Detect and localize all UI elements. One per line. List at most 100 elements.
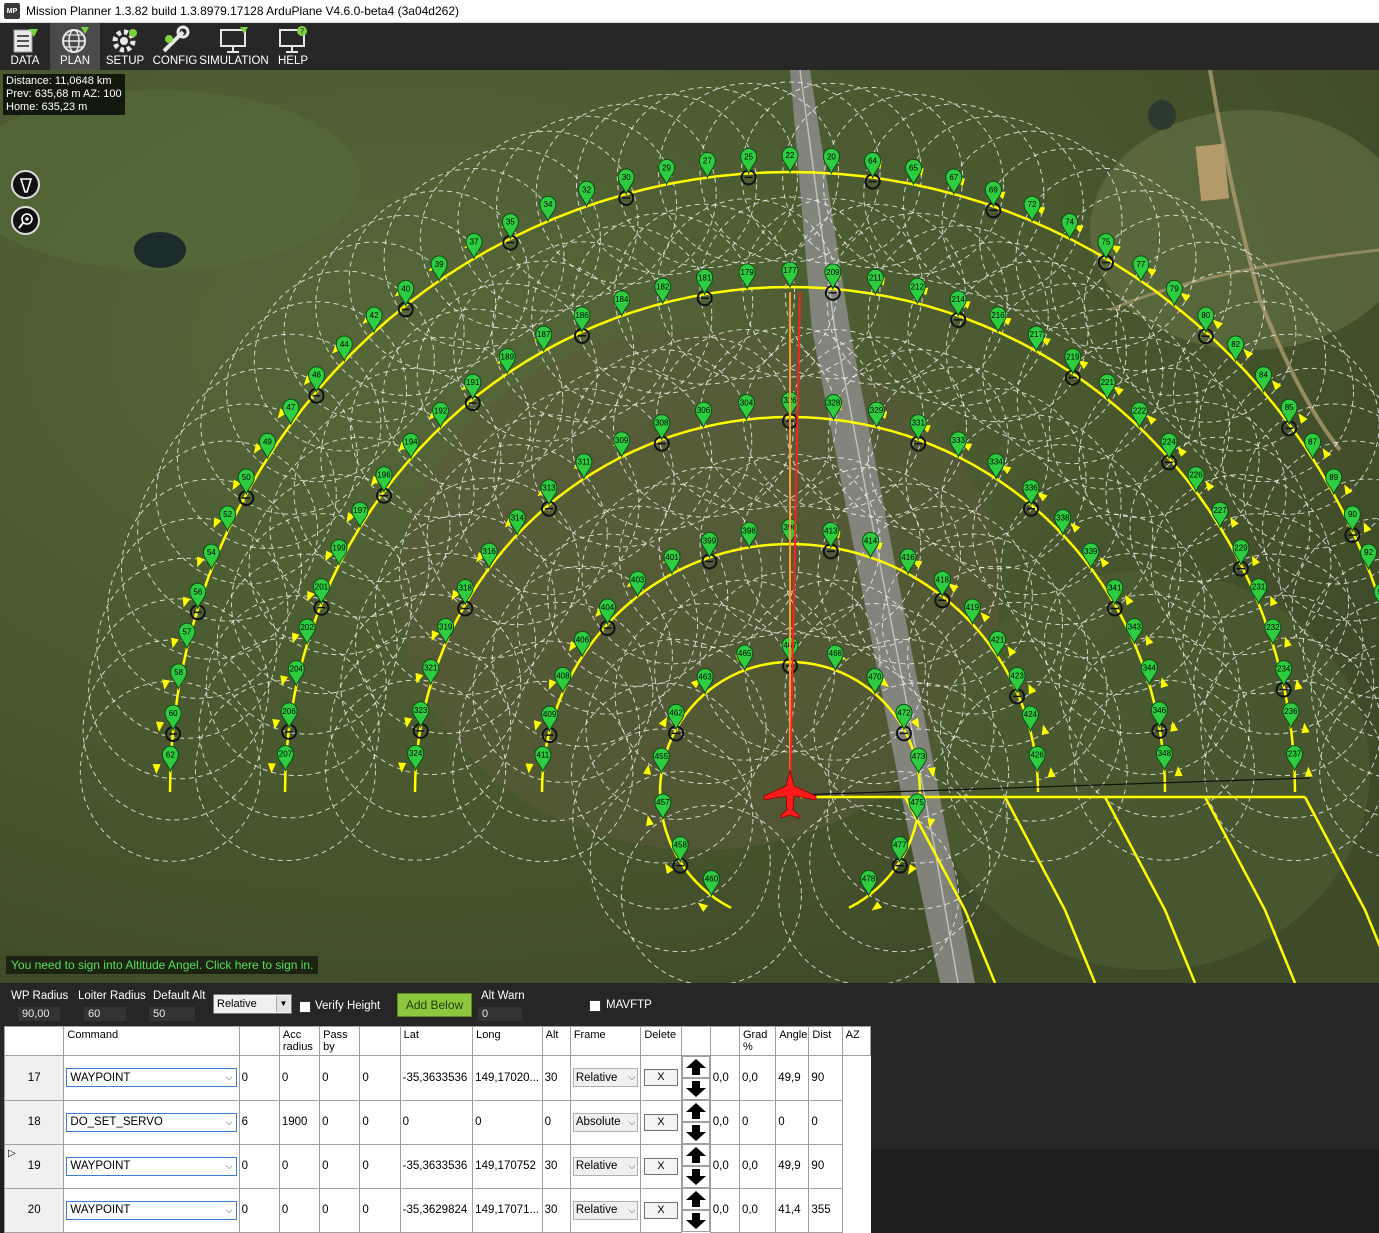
- alt-warn-input[interactable]: 0: [478, 1007, 522, 1021]
- table-row[interactable]: 19 ▷ WAYPOINT ⌵ 0 0 0 0 -35,3633536 149,170752 30 R…: [3, 1143, 871, 1189]
- long-cell[interactable]: 149,17071...: [472, 1187, 543, 1233]
- grid-header-dist[interactable]: Dist: [808, 1026, 843, 1056]
- long-cell[interactable]: 149,170752: [472, 1143, 543, 1189]
- acc-radius-cell[interactable]: 0: [278, 1187, 321, 1233]
- frame-select[interactable]: Relative ⌵: [572, 1068, 639, 1088]
- command-cell[interactable]: WAYPOINT ⌵: [63, 1187, 240, 1233]
- arrow-up-icon[interactable]: [685, 1190, 707, 1208]
- alt-cell[interactable]: 30: [541, 1187, 571, 1233]
- long-cell[interactable]: 149,17020...: [472, 1055, 543, 1101]
- param1-cell[interactable]: 6: [238, 1099, 280, 1145]
- table-row[interactable]: 20 WAYPOINT ⌵ 0 0 0 0 -35,3629824 149,17071... 30…: [3, 1187, 871, 1233]
- move-down-cell[interactable]: [681, 1166, 710, 1188]
- move-up-cell[interactable]: [681, 1100, 710, 1122]
- table-row[interactable]: 18 DO_SET_SERVO ⌵ 6 1900 0 0 0 0 0 Absolute ⌵ X 0,0 0 0…: [3, 1099, 871, 1145]
- toolbar-config-button[interactable]: CONFIG: [150, 23, 200, 70]
- param1-cell[interactable]: 0: [238, 1055, 280, 1101]
- param4-cell[interactable]: 0: [359, 1099, 401, 1145]
- grid-header-angle[interactable]: Angle: [775, 1026, 810, 1056]
- delete-row-button[interactable]: X: [643, 1113, 678, 1131]
- mavftp-checkbox[interactable]: [589, 1000, 601, 1012]
- grid-header-down[interactable]: [709, 1026, 740, 1056]
- arrow-down-icon[interactable]: [685, 1124, 707, 1142]
- move-down-cell[interactable]: [681, 1210, 710, 1232]
- row-number[interactable]: 17: [3, 1055, 65, 1101]
- delete-cell[interactable]: X: [640, 1143, 682, 1189]
- arrow-down-icon[interactable]: [685, 1212, 707, 1230]
- grid-header-grad[interactable]: Grad %: [738, 1026, 777, 1056]
- move-down-cell[interactable]: [681, 1078, 710, 1100]
- row-number[interactable]: 19 ▷: [3, 1143, 65, 1189]
- frame-cell[interactable]: Relative ⌵: [569, 1055, 642, 1101]
- row-number[interactable]: 20: [3, 1187, 65, 1233]
- frame-cell[interactable]: Absolute ⌵: [569, 1099, 642, 1145]
- delete-row-button[interactable]: X: [643, 1201, 678, 1219]
- zoom-button[interactable]: [11, 206, 40, 235]
- toolbar-setup-button[interactable]: SETUP: [100, 23, 150, 70]
- delete-cell[interactable]: X: [640, 1099, 682, 1145]
- grid-header-az[interactable]: AZ: [841, 1026, 872, 1056]
- frame-cell[interactable]: Relative ⌵: [569, 1187, 642, 1233]
- lat-cell[interactable]: -35,3633536: [399, 1055, 474, 1101]
- pass-by-cell[interactable]: 0: [319, 1143, 361, 1189]
- lat-cell[interactable]: -35,3629824: [399, 1187, 474, 1233]
- grid-header-command[interactable]: Command: [63, 1026, 240, 1056]
- altitude-angel-signin-banner[interactable]: You need to sign into Altitude Angel. Cl…: [6, 956, 319, 974]
- long-cell[interactable]: 0: [472, 1099, 543, 1145]
- move-up-cell[interactable]: [681, 1188, 710, 1210]
- param4-cell[interactable]: 0: [359, 1143, 401, 1189]
- satellite-map-canvas[interactable]: 62 60 58 57 56 54 52 50 49 47 46 44 42 40 39 37 35 34 32 30…: [0, 70, 1379, 983]
- grid-header-frame[interactable]: Frame: [569, 1026, 642, 1056]
- map-view[interactable]: 62 60 58 57 56 54 52 50 49 47 46 44 42 40 39 37 35 34 32 30…: [0, 70, 1379, 983]
- frame-select[interactable]: Absolute ⌵: [572, 1112, 639, 1132]
- loiter-radius-input[interactable]: 60: [84, 1007, 126, 1021]
- param4-cell[interactable]: 0: [359, 1187, 401, 1233]
- grid-header-pass-by[interactable]: Pass by: [319, 1026, 361, 1056]
- verify-height-checkbox[interactable]: [299, 1001, 311, 1013]
- param4-cell[interactable]: 0: [359, 1055, 401, 1101]
- grid-header-up[interactable]: [680, 1026, 711, 1056]
- move-up-cell[interactable]: [681, 1144, 710, 1166]
- grid-header-lat[interactable]: Lat: [399, 1026, 474, 1056]
- acc-radius-cell[interactable]: 1900: [278, 1099, 321, 1145]
- pass-by-cell[interactable]: 0: [319, 1055, 361, 1101]
- command-select[interactable]: WAYPOINT ⌵: [66, 1068, 237, 1088]
- delete-row-button[interactable]: X: [643, 1069, 678, 1087]
- acc-radius-cell[interactable]: 0: [278, 1143, 321, 1189]
- command-select[interactable]: WAYPOINT ⌵: [66, 1156, 237, 1176]
- arrow-up-icon[interactable]: [685, 1058, 707, 1076]
- command-select[interactable]: WAYPOINT ⌵: [66, 1200, 237, 1220]
- delete-row-button[interactable]: X: [643, 1157, 678, 1175]
- grid-header-long[interactable]: Long: [472, 1026, 543, 1056]
- toolbar-help-button[interactable]: ? HELP: [268, 23, 318, 70]
- grid-header-alt[interactable]: Alt: [541, 1026, 571, 1056]
- frame-select[interactable]: Relative ⌵: [572, 1156, 639, 1176]
- param1-cell[interactable]: 0: [238, 1187, 280, 1233]
- wp-radius-input[interactable]: 90,00: [18, 1007, 60, 1021]
- pass-by-cell[interactable]: 0: [319, 1187, 361, 1233]
- move-down-cell[interactable]: [681, 1122, 710, 1144]
- toolbar-simulation-button[interactable]: SIMULATION: [199, 23, 269, 70]
- command-cell[interactable]: DO_SET_SERVO ⌵: [63, 1099, 240, 1145]
- command-select[interactable]: DO_SET_SERVO ⌵: [66, 1112, 237, 1132]
- move-up-cell[interactable]: [681, 1056, 710, 1078]
- pass-by-cell[interactable]: 0: [319, 1099, 361, 1145]
- delete-cell[interactable]: X: [640, 1187, 682, 1233]
- default-frame-select[interactable]: Relative ▼: [213, 994, 292, 1014]
- grid-header-delete[interactable]: Delete: [640, 1026, 682, 1056]
- add-below-button[interactable]: Add Below: [397, 993, 472, 1017]
- grid-header-acc-radius[interactable]: Acc radius: [278, 1026, 321, 1056]
- table-row[interactable]: 17 WAYPOINT ⌵ 0 0 0 0 -35,3633536 149,17020... 30…: [3, 1055, 871, 1101]
- ruler-tool-button[interactable]: [11, 170, 40, 199]
- alt-cell[interactable]: 30: [541, 1143, 571, 1189]
- acc-radius-cell[interactable]: 0: [278, 1055, 321, 1101]
- grid-header-param4[interactable]: [359, 1026, 401, 1056]
- lat-cell[interactable]: -35,3633536: [399, 1143, 474, 1189]
- default-alt-input[interactable]: 50: [149, 1007, 195, 1021]
- command-cell[interactable]: WAYPOINT ⌵: [63, 1055, 240, 1101]
- delete-cell[interactable]: X: [640, 1055, 682, 1101]
- arrow-down-icon[interactable]: [685, 1168, 707, 1186]
- toolbar-data-button[interactable]: DATA: [0, 23, 50, 70]
- arrow-down-icon[interactable]: [685, 1080, 707, 1098]
- frame-select[interactable]: Relative ⌵: [572, 1200, 639, 1220]
